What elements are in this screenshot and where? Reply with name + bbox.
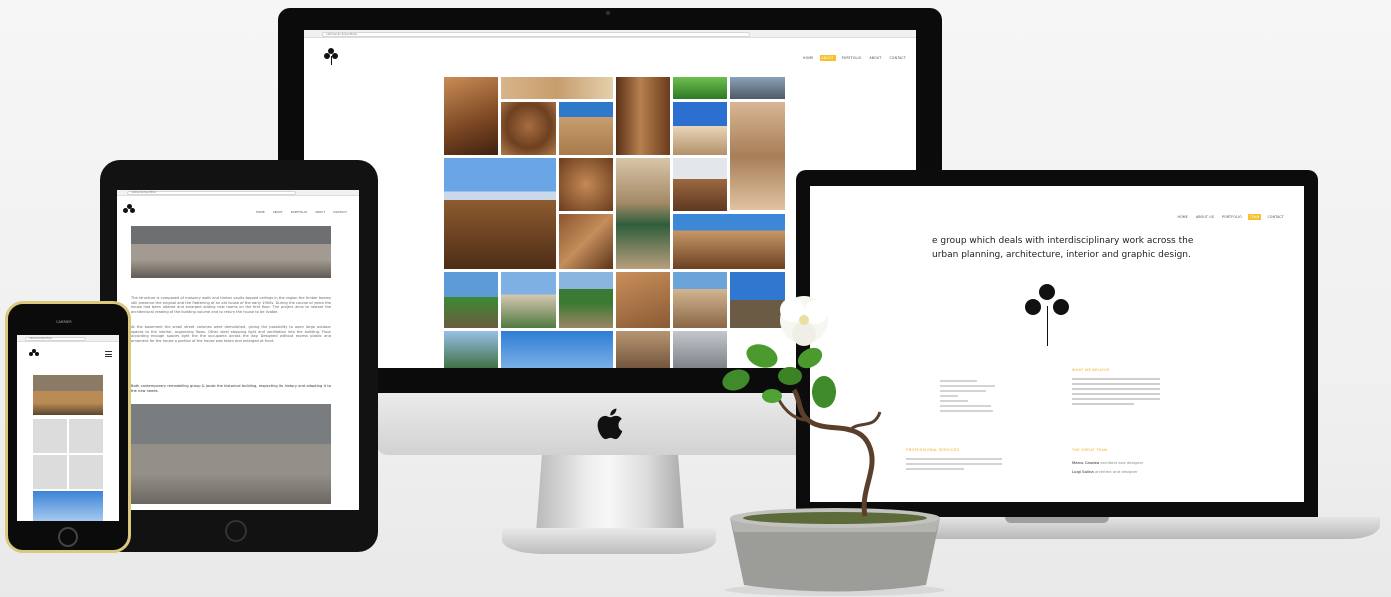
team-member-role: architect and designer [1100, 460, 1144, 465]
apple-logo-icon [597, 408, 623, 440]
imac-camera [606, 11, 610, 15]
gallery-photo[interactable] [444, 331, 498, 368]
nav-home[interactable]: HOME [801, 55, 815, 61]
nav-about-us[interactable]: ABOUT US [1194, 214, 1216, 220]
nav-contact[interactable]: CONTACT [1265, 214, 1286, 220]
nav-portfolio[interactable]: PORTFOLIO [840, 55, 864, 61]
placeholder-tile [69, 455, 103, 489]
gallery-photo[interactable] [559, 272, 613, 328]
browser-toolbar: catmacdo.it/portfolio [17, 335, 119, 342]
tagline-line-1: e group which deals with interdisciplina… [932, 236, 1194, 246]
gallery-photo[interactable] [616, 77, 670, 155]
team-member-name: Luigi Solina [1072, 469, 1094, 474]
team-member-name: Marco Caroleo [1072, 460, 1100, 465]
site-logo[interactable] [123, 204, 135, 216]
project-paragraph-1: The structure is composed of masonry wal… [131, 296, 331, 314]
nav-portfolio[interactable]: PORTFOLIO [289, 210, 309, 215]
laptop-notch [1005, 517, 1109, 523]
bonsai-plant-illustration [722, 296, 945, 596]
sky-photo [33, 491, 103, 521]
placeholder-tile [33, 455, 67, 489]
gallery-photo[interactable] [559, 158, 613, 211]
gallery-photo[interactable] [616, 158, 670, 269]
gallery-photo[interactable] [444, 77, 498, 155]
gallery-photo[interactable] [730, 102, 785, 210]
gallery-photo[interactable] [444, 158, 556, 269]
tagline-line-2: urban planning, architecture, interior a… [932, 250, 1191, 260]
team-member-role: architect and designer [1094, 469, 1138, 474]
gallery-photo[interactable] [501, 272, 556, 328]
gallery-photo[interactable] [501, 331, 613, 368]
site-logo[interactable] [324, 48, 338, 65]
nav-contact[interactable]: CONTACT [887, 55, 908, 61]
nav-home[interactable]: HOME [254, 210, 267, 215]
url-bar[interactable]: catmacdo.it/portfolio [25, 336, 87, 341]
imac-nav: HOME ABOUT PORTFOLIO ABOUT CONTACT [801, 55, 908, 61]
gallery-photo[interactable] [559, 214, 613, 269]
tablet-nav: HOME ABOUT PORTFOLIO ABOUT CONTACT [254, 210, 349, 215]
nav-portfolio[interactable]: PORTFOLIO [1220, 214, 1244, 220]
gallery-photo[interactable] [616, 331, 670, 368]
interior-photo [33, 375, 103, 415]
phone-home-button[interactable] [58, 527, 78, 547]
team-member-2: Luigi Solina architect and designer [1072, 469, 1138, 474]
phone-screen: catmacdo.it/portfolio [17, 335, 119, 521]
gallery-photo[interactable] [501, 102, 556, 155]
gallery-photo[interactable] [444, 272, 498, 328]
interior-photo [131, 404, 331, 504]
nav-about[interactable]: ABOUT [271, 210, 285, 215]
tablet-home-button[interactable] [225, 520, 247, 542]
section-heading-believe: WHAT WE BELIEVE [1072, 368, 1110, 372]
site-logo[interactable] [29, 349, 39, 359]
project-paragraph-3: Both contemporary remodelling group & ja… [131, 384, 331, 393]
hamburger-menu-icon[interactable] [105, 351, 112, 357]
imac-stand-foot [502, 528, 716, 554]
placeholder-tile [69, 419, 103, 453]
gallery-photo[interactable] [673, 77, 727, 99]
gallery-photo[interactable] [673, 158, 727, 211]
url-bar[interactable]: catmacdo.it/portfolio [322, 31, 751, 37]
imac-stand-neck [536, 455, 684, 533]
nav-about[interactable]: ABOUT [819, 55, 836, 61]
laptop-nav: HOME ABOUT US PORTFOLIO TEAM CONTACT [1175, 214, 1286, 220]
section-heading-team: THE GREAT TEAM [1072, 448, 1108, 452]
flower-icon [780, 296, 828, 346]
nav-about-2[interactable]: ABOUT [867, 55, 883, 61]
clover-logo-icon [1024, 284, 1070, 350]
interior-photo [131, 226, 331, 278]
project-paragraph-2: At the basement the small street volumes… [131, 325, 331, 343]
nav-team[interactable]: TEAM [1247, 214, 1262, 220]
placeholder-tile [33, 419, 67, 453]
gallery-photo[interactable] [673, 214, 785, 269]
nav-contact[interactable]: CONTACT [331, 210, 349, 215]
browser-toolbar: catmacdo.it/portfolio [304, 30, 916, 38]
browser-toolbar: catmacdo.it/portfolio [117, 190, 359, 196]
nav-home[interactable]: HOME [1175, 214, 1189, 220]
gallery-photo[interactable] [559, 102, 613, 155]
nav-about-2[interactable]: ABOUT [313, 210, 327, 215]
gallery-photo[interactable] [730, 77, 785, 99]
url-bar[interactable]: catmacdo.it/portfolio [127, 191, 297, 195]
gallery-photo[interactable] [673, 102, 727, 155]
believe-text [1072, 378, 1160, 408]
tablet-screen: catmacdo.it/portfolio HOME ABOUT PORTFOL… [117, 190, 359, 510]
gallery-photo[interactable] [616, 272, 670, 328]
gallery-photo[interactable] [501, 77, 613, 99]
team-member-1: Marco Caroleo architect and designer [1072, 460, 1143, 465]
phone-carrier-label: CARRIER [56, 320, 72, 324]
